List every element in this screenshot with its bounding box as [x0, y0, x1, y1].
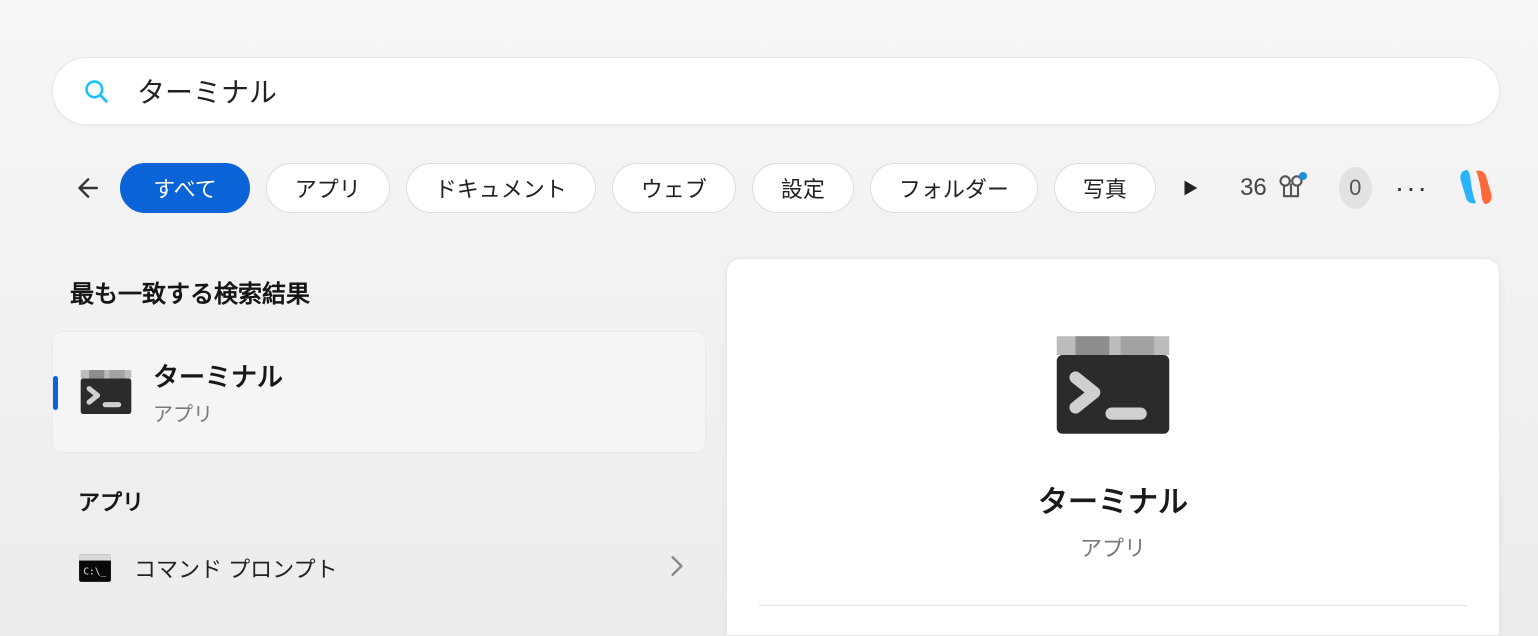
- terminal-icon: [79, 365, 133, 419]
- result-item-title: コマンド プロンプト: [134, 552, 670, 584]
- terminal-icon: [1053, 325, 1173, 445]
- rewards-icon: [1277, 174, 1305, 202]
- filter-documents[interactable]: ドキュメント: [406, 163, 596, 213]
- notifications-count: 0: [1349, 175, 1361, 201]
- filter-all[interactable]: すべて: [120, 163, 250, 213]
- best-match-heading: 最も一致する検索結果: [70, 274, 706, 309]
- search-icon: [83, 78, 109, 104]
- copilot-button[interactable]: [1452, 162, 1500, 214]
- more-filters-button[interactable]: [1172, 165, 1208, 211]
- results-panel: 最も一致する検索結果 ターミナル アプリ アプリ C:\_ コマ: [52, 260, 706, 601]
- chevron-right-icon: [670, 555, 684, 582]
- filter-row: すべて アプリ ドキュメント ウェブ 設定 フォルダー 写真 36 0 ···: [68, 162, 1500, 214]
- filter-settings[interactable]: 設定: [752, 163, 854, 213]
- apps-heading: アプリ: [78, 485, 706, 517]
- details-subtitle: アプリ: [1080, 531, 1146, 563]
- search-input[interactable]: [109, 75, 1469, 107]
- svg-text:C:\_: C:\_: [83, 566, 106, 577]
- more-options-button[interactable]: ···: [1394, 165, 1430, 211]
- filter-web[interactable]: ウェブ: [612, 163, 736, 213]
- cmd-icon: C:\_: [78, 551, 112, 585]
- rewards-points[interactable]: 36: [1240, 174, 1305, 202]
- rewards-points-value: 36: [1240, 174, 1267, 202]
- best-match-subtitle: アプリ: [153, 398, 283, 427]
- notifications-badge[interactable]: 0: [1339, 167, 1372, 209]
- search-bar: [52, 57, 1500, 125]
- ellipsis-icon: ···: [1395, 172, 1429, 204]
- details-divider: [759, 605, 1467, 606]
- filter-apps[interactable]: アプリ: [266, 163, 390, 213]
- result-item-cmd[interactable]: C:\_ コマンド プロンプト: [52, 535, 706, 601]
- filter-photos[interactable]: 写真: [1054, 163, 1156, 213]
- back-button[interactable]: [68, 165, 104, 211]
- best-match-title: ターミナル: [153, 357, 283, 394]
- filter-folders[interactable]: フォルダー: [870, 163, 1038, 213]
- details-panel: ターミナル アプリ: [726, 258, 1500, 636]
- details-title: ターミナル: [1038, 477, 1188, 521]
- best-match-result[interactable]: ターミナル アプリ: [52, 331, 706, 453]
- copilot-icon: [1452, 163, 1500, 214]
